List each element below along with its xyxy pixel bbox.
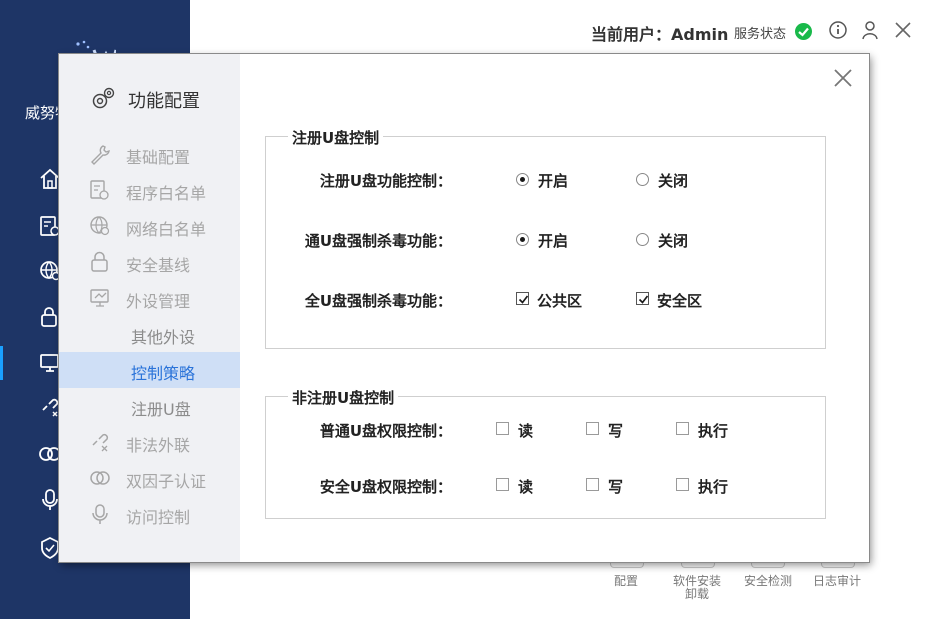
secure-zone-checkbox[interactable]	[636, 292, 649, 305]
close-icon[interactable]	[893, 20, 913, 40]
dialog-close-icon[interactable]	[833, 68, 853, 88]
option-label[interactable]: 关闭	[658, 230, 688, 251]
unregistered-usb-group: 非注册U盘控制 普通U盘权限控制： 读 写 执行 安全U盘权限控制： 读 写 执…	[265, 387, 826, 519]
normal-read-checkbox[interactable]	[496, 422, 509, 435]
nav-label: 控制策略	[131, 364, 196, 383]
nav-label: 外设管理	[126, 292, 191, 311]
tool-log-label[interactable]: 日志审计	[810, 575, 864, 588]
secure-execute-checkbox[interactable]	[676, 478, 689, 491]
secure-write-checkbox[interactable]	[586, 478, 599, 491]
nav-label: 其他外设	[131, 328, 196, 347]
nav-item-access-control[interactable]: 访问控制	[59, 496, 240, 532]
wrench-icon	[91, 145, 110, 165]
option-label[interactable]: 开启	[538, 230, 568, 251]
nav-label: 网络白名单	[126, 220, 207, 239]
registered-control-on-radio[interactable]	[516, 173, 529, 186]
tool-config-label[interactable]: 配置	[602, 575, 650, 588]
two-factor-icon	[90, 471, 110, 485]
registered-control-off-radio[interactable]	[636, 173, 649, 186]
nav-item-other-peripherals[interactable]: 其他外设	[59, 316, 240, 352]
current-user: 当前用户：Admin	[591, 21, 728, 45]
check-circle-icon	[795, 23, 812, 40]
row-label: 注册U盘功能控制：	[319, 172, 452, 190]
nav-item-basic-config[interactable]: 基础配置	[59, 136, 240, 172]
nav-label: 非法外联	[126, 436, 191, 455]
nav-item-registered-usb[interactable]: 注册U盘	[59, 388, 240, 424]
sidebar-active-indicator	[0, 346, 3, 380]
broken-link-icon	[92, 433, 109, 452]
nav-label: 双因子认证	[126, 472, 207, 491]
info-icon[interactable]	[828, 20, 848, 40]
monitor-icon	[90, 289, 109, 307]
group-title: 非注册U盘控制	[288, 387, 399, 408]
nav-label: 注册U盘	[131, 400, 191, 419]
current-user-prefix: 当前用户：	[591, 25, 672, 44]
nav-item-security-baseline[interactable]: 安全基线	[59, 244, 240, 280]
option-label[interactable]: 读	[518, 476, 533, 497]
option-label[interactable]: 开启	[538, 170, 568, 191]
option-label[interactable]: 写	[608, 420, 623, 441]
option-label[interactable]: 安全区	[657, 290, 702, 311]
microphone-icon	[92, 504, 108, 524]
nav-item-peripheral-management[interactable]: 外设管理	[59, 280, 240, 316]
nav-label: 程序白名单	[126, 184, 207, 203]
nav-item-two-factor-auth[interactable]: 双因子认证	[59, 460, 240, 496]
nav-item-network-whitelist[interactable]: 网络白名单	[59, 208, 240, 244]
tool-security-label[interactable]: 安全检测	[741, 575, 795, 588]
group-title: 注册U盘控制	[288, 127, 384, 148]
option-label[interactable]: 执行	[698, 476, 728, 497]
option-label[interactable]: 公共区	[537, 290, 582, 311]
nav-item-illegal-outreach[interactable]: 非法外联	[59, 424, 240, 460]
force-antivirus-off-radio[interactable]	[636, 233, 649, 246]
nav-item-app-whitelist[interactable]: 程序白名单	[59, 172, 240, 208]
public-zone-checkbox[interactable]	[516, 292, 529, 305]
option-label[interactable]: 关闭	[658, 170, 688, 191]
app-whitelist-icon	[90, 180, 109, 200]
row-label: 安全U盘权限控制：	[319, 478, 452, 496]
row-label: 普通U盘权限控制：	[319, 422, 452, 440]
current-user-name: Admin	[671, 25, 729, 44]
lock-icon	[91, 251, 108, 272]
nav-label: 安全基线	[126, 256, 191, 275]
nav-label: 访问控制	[126, 508, 191, 527]
option-label[interactable]: 读	[518, 420, 533, 441]
normal-execute-checkbox[interactable]	[676, 422, 689, 435]
force-antivirus-on-radio[interactable]	[516, 233, 529, 246]
tool-software-label[interactable]: 软件安装卸载	[671, 575, 723, 601]
globe-icon	[90, 216, 110, 236]
normal-write-checkbox[interactable]	[586, 422, 599, 435]
config-dialog: 功能配置 基础配置 程序白名单 网络白名单 安全基线 外设管理 其他外设 控制策…	[59, 54, 869, 562]
option-label[interactable]: 写	[608, 476, 623, 497]
user-icon[interactable]	[860, 20, 880, 40]
nav-item-control-policy[interactable]: 控制策略	[59, 352, 240, 388]
row-label: 通U盘强制杀毒功能：	[304, 232, 452, 250]
dialog-title: 功能配置	[128, 91, 200, 112]
nav-label: 基础配置	[126, 148, 191, 167]
dialog-nav: 功能配置 基础配置 程序白名单 网络白名单 安全基线 外设管理 其他外设 控制策…	[59, 54, 240, 562]
gear-icon	[92, 87, 115, 109]
registered-usb-group: 注册U盘控制 注册U盘功能控制： 开启 关闭 通U盘强制杀毒功能： 开启 关闭 …	[265, 127, 826, 349]
row-label: 全U盘强制杀毒功能：	[304, 292, 452, 310]
option-label[interactable]: 执行	[698, 420, 728, 441]
secure-read-checkbox[interactable]	[496, 478, 509, 491]
service-status-label: 服务状态	[734, 27, 787, 42]
